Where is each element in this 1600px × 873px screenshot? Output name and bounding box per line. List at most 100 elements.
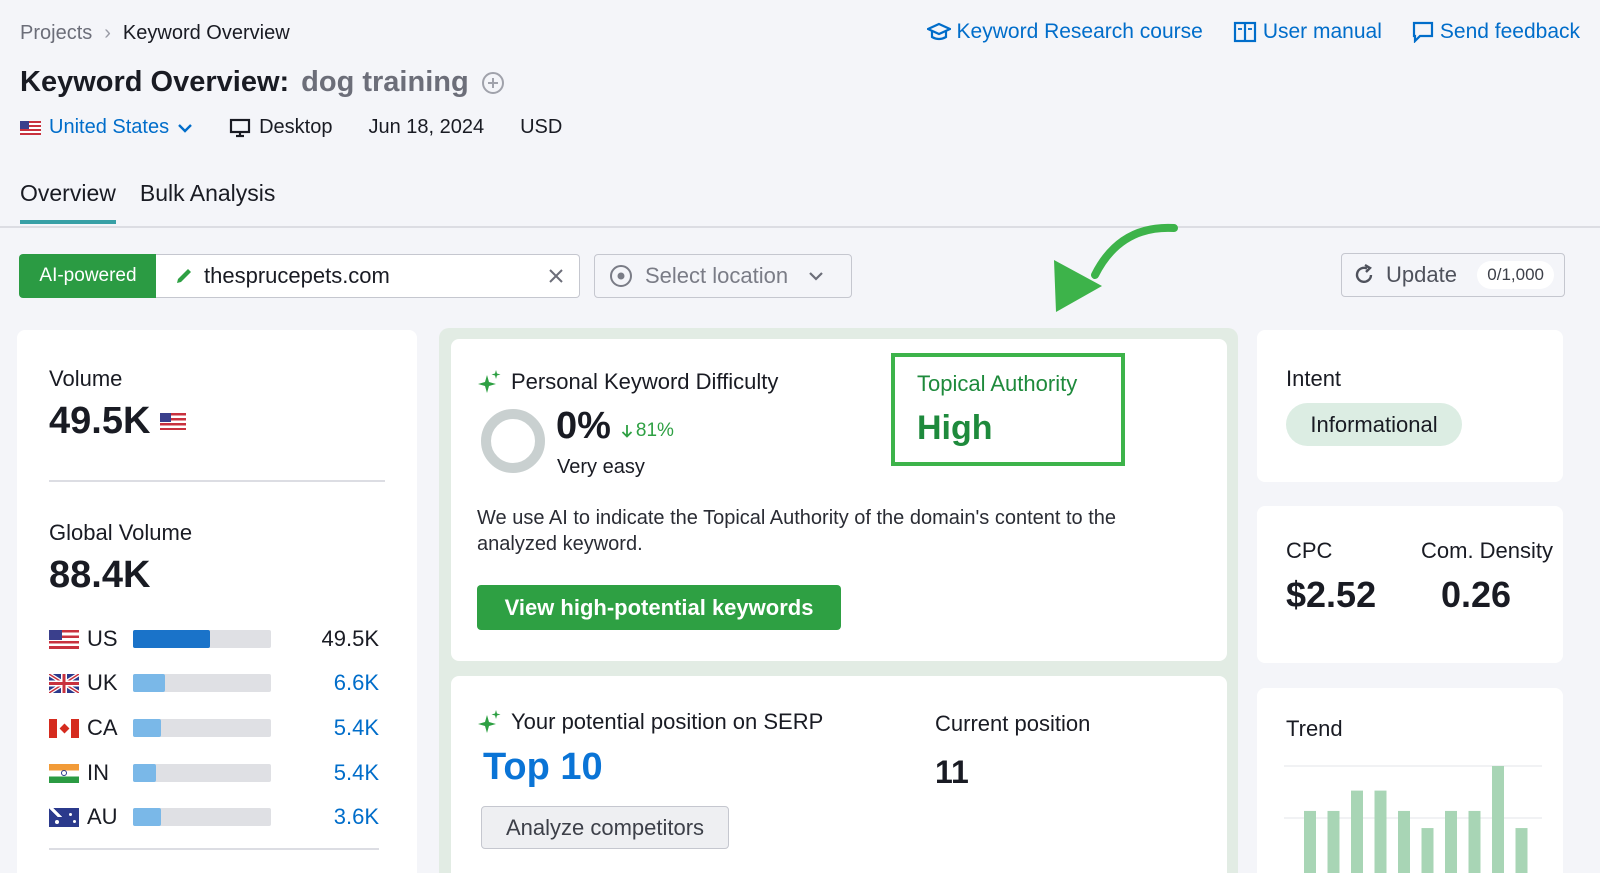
breadcrumb-projects[interactable]: Projects	[20, 22, 92, 45]
country-row-ca: CA 5.4K	[49, 715, 379, 741]
keyword-research-course-link[interactable]: Keyword Research course	[926, 20, 1203, 44]
cpc-card: CPC $2.52 Com. Density 0.26	[1257, 506, 1563, 663]
topical-authority-box: Topical Authority High	[891, 353, 1125, 466]
chevron-down-icon	[809, 272, 823, 281]
au-flag-icon	[49, 807, 79, 827]
top-links: Keyword Research course User manual Send…	[926, 20, 1580, 44]
us-flag-icon	[49, 629, 79, 649]
trend-bar	[1351, 790, 1363, 873]
volume-bar	[133, 674, 271, 692]
divider	[49, 480, 385, 482]
breadcrumb-current: Keyword Overview	[122, 22, 290, 44]
volume-label: Volume	[49, 366, 123, 391]
sparkle-icon	[478, 710, 501, 733]
serp-title: Your potential position on SERP	[511, 709, 824, 734]
location-select[interactable]: Select location	[594, 254, 852, 298]
country-selector[interactable]: United States	[20, 116, 193, 139]
trend-card: Trend	[1257, 688, 1563, 873]
domain-input[interactable]: thesprucepets.com	[156, 254, 580, 298]
pkd-description: We use AI to indicate the Topical Author…	[477, 507, 1117, 555]
page-title: Keyword Overview: dog training	[20, 66, 505, 99]
tab-overview[interactable]: Overview	[20, 180, 116, 224]
volume-card: Volume 49.5K Global Volume 88.4K US 49.5…	[17, 330, 417, 873]
volume-bar	[133, 764, 271, 782]
trend-bar	[1468, 810, 1481, 873]
analyze-competitors-button[interactable]: Analyze competitors	[481, 806, 729, 849]
current-position-label: Current position	[935, 711, 1091, 736]
refresh-icon	[1355, 263, 1373, 284]
global-volume-label: Global Volume	[49, 520, 193, 545]
volume-bar	[133, 719, 271, 737]
trend-bar	[1421, 828, 1434, 873]
topical-authority-label: Topical Authority	[917, 371, 1078, 396]
currency-label: USD	[520, 116, 563, 138]
country-row-in: IN 5.4K	[49, 760, 379, 786]
trend-bar	[1304, 810, 1316, 873]
date-label: Jun 18, 2024	[368, 116, 485, 138]
ca-flag-icon	[49, 718, 79, 738]
density-label: Com. Density	[1421, 538, 1554, 563]
keyword-meta: United States Desktop Jun 18, 2024 USD	[20, 116, 598, 139]
volume-bar	[133, 808, 271, 826]
chevron-down-icon	[178, 123, 192, 133]
pkd-change: 81%	[621, 420, 674, 442]
device-label: Desktop	[229, 116, 332, 139]
trend-bar	[1445, 810, 1457, 873]
desktop-icon	[229, 118, 251, 137]
domain-value: thesprucepets.com	[204, 263, 390, 288]
intent-badge: Informational	[1286, 403, 1462, 446]
arrow-annotation-icon	[1054, 223, 1178, 312]
volume-bar	[133, 630, 271, 648]
trend-label: Trend	[1286, 716, 1343, 741]
location-pin-icon	[610, 265, 632, 287]
serp-card: Your potential position on SERP Top 10 C…	[451, 676, 1227, 873]
intent-card: Intent Informational	[1257, 330, 1563, 482]
divider	[49, 848, 379, 850]
cpc-value: $2.52	[1286, 574, 1377, 615]
pkd-title: Personal Keyword Difficulty	[511, 369, 779, 394]
ai-powered-badge: AI-powered	[19, 254, 157, 298]
tab-bar: Overview Bulk Analysis	[20, 180, 275, 224]
country-row-us: US 49.5K	[49, 626, 379, 652]
trend-bar	[1374, 790, 1387, 873]
feedback-icon	[1412, 21, 1433, 43]
user-manual-link[interactable]: User manual	[1233, 20, 1382, 44]
keyword-text: dog training	[301, 66, 469, 98]
arrow-down-icon	[621, 425, 633, 438]
send-feedback-link[interactable]: Send feedback	[1412, 20, 1580, 44]
tab-divider	[0, 226, 1600, 228]
us-flag-icon	[20, 120, 41, 135]
trend-bar	[1327, 810, 1340, 873]
trend-bar	[1398, 810, 1410, 873]
add-circle-icon[interactable]	[481, 71, 505, 95]
trend-bar	[1492, 766, 1504, 873]
us-flag-icon	[160, 413, 187, 430]
intent-label: Intent	[1286, 366, 1342, 391]
difficulty-donut	[481, 409, 545, 473]
view-high-potential-keywords-button[interactable]: View high-potential keywords	[477, 585, 841, 630]
uk-flag-icon	[49, 673, 79, 693]
breadcrumb: Projects › Keyword Overview	[20, 22, 290, 45]
close-icon[interactable]	[547, 267, 565, 285]
pkd-level: Very easy	[557, 456, 645, 478]
cpc-label: CPC	[1286, 538, 1333, 563]
update-count-badge: 0/1,000	[1477, 261, 1554, 289]
country-row-uk: UK 6.6K	[49, 670, 379, 696]
in-flag-icon	[49, 763, 79, 783]
pkd-value: 0%	[556, 405, 611, 447]
current-position-value: 11	[935, 754, 969, 790]
sparkle-icon	[478, 370, 501, 393]
chevron-right-icon: ›	[104, 22, 111, 44]
trend-bar	[1515, 828, 1528, 873]
topical-authority-value: High	[917, 409, 993, 447]
country-row-au: AU 3.6K	[49, 804, 379, 830]
volume-value: 49.5K	[49, 400, 151, 442]
density-value: 0.26	[1441, 574, 1512, 615]
book-icon	[1233, 21, 1256, 43]
tab-bulk-analysis[interactable]: Bulk Analysis	[140, 180, 276, 224]
pencil-icon	[177, 269, 191, 283]
global-volume-value: 88.4K	[49, 554, 151, 596]
trend-chart	[1284, 765, 1542, 873]
graduation-cap-icon	[926, 22, 951, 41]
update-button[interactable]: Update 0/1,000	[1341, 253, 1565, 297]
